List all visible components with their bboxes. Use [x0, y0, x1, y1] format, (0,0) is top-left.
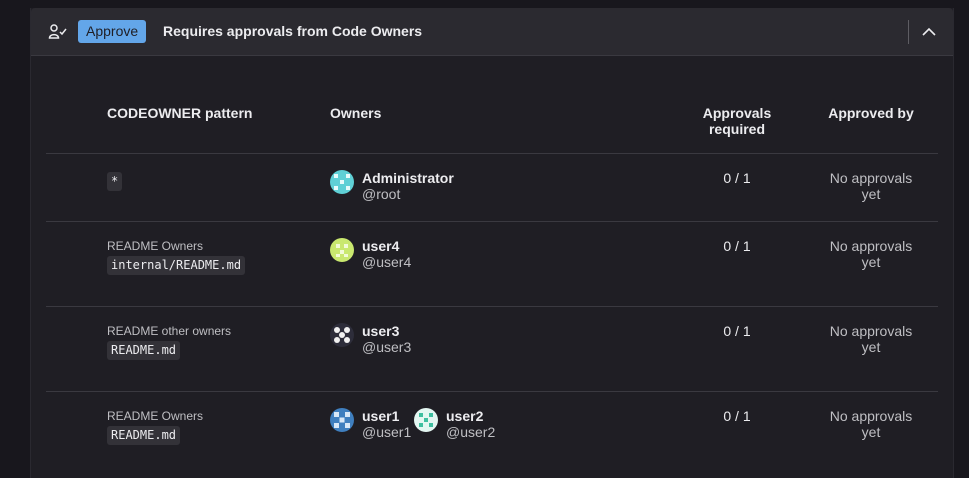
approved-by-line1: No approvals [829, 323, 913, 339]
avatar [414, 408, 438, 432]
approved-by-line2: yet [861, 186, 881, 202]
column-header-approved-by: Approved by [828, 105, 914, 121]
section-name: README other owners [107, 324, 232, 338]
approved-by-line2: yet [861, 254, 881, 270]
owner-username: @user2 [446, 424, 496, 440]
approvals-count: 0 / 1 [723, 238, 751, 254]
table-divider [46, 153, 938, 154]
owner-username: @user1 [362, 424, 412, 440]
rule-header: Approve Requires approvals from Code Own… [31, 8, 953, 56]
owner-name[interactable]: user4 [362, 238, 399, 254]
pattern-code: * [107, 172, 123, 191]
pattern-code: internal/README.md [107, 256, 246, 275]
avatar [330, 238, 354, 262]
section-name: README Owners [107, 409, 204, 423]
column-header-owners: Owners [330, 105, 382, 121]
approve-badge: Approve [78, 20, 147, 43]
column-header-approvals-line2: required [708, 121, 765, 137]
pattern-code: README.md [107, 341, 181, 360]
pattern-code: README.md [107, 426, 181, 445]
approved-by-line1: No approvals [829, 408, 913, 424]
approval-rule-panel: Approve Requires approvals from Code Own… [30, 8, 954, 478]
approvals-count: 0 / 1 [723, 323, 751, 339]
chevron-up-icon[interactable] [919, 22, 939, 42]
header-divider [908, 20, 909, 44]
avatar [330, 323, 354, 347]
approvals-count: 0 / 1 [723, 408, 751, 424]
table-divider [46, 306, 938, 307]
table-divider [46, 221, 938, 222]
approved-by-line2: yet [861, 424, 881, 440]
owner-name[interactable]: user3 [362, 323, 399, 339]
column-header-pattern: CODEOWNER pattern [107, 105, 253, 121]
table-divider [46, 391, 938, 392]
owner-username: @user3 [362, 339, 412, 355]
owner-username: @user4 [362, 254, 412, 270]
approved-by-line1: No approvals [829, 238, 913, 254]
owner-name[interactable]: user1 [362, 408, 399, 424]
avatar [330, 408, 354, 432]
avatar [330, 170, 354, 194]
approved-by-line2: yet [861, 339, 881, 355]
owner-name[interactable]: Administrator [362, 170, 454, 186]
owner-name[interactable]: user2 [446, 408, 483, 424]
rule-title: Requires approvals from Code Owners [163, 23, 423, 39]
section-name: README Owners [107, 239, 204, 253]
approvals-count: 0 / 1 [723, 170, 751, 186]
approval-check-icon [48, 24, 67, 39]
column-header-approvals-line1: Approvals [702, 105, 772, 121]
approved-by-line1: No approvals [829, 170, 913, 186]
owner-username: @root [362, 186, 401, 202]
